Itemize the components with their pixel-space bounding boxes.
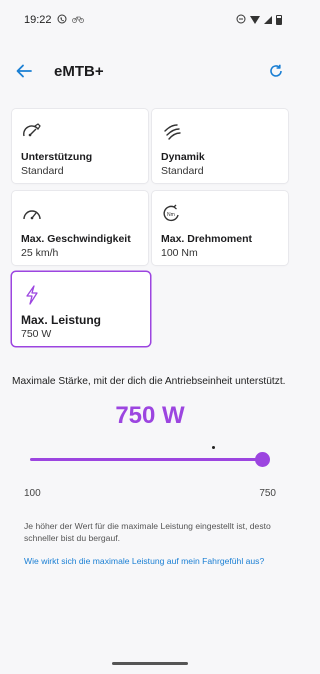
power-value: 750 W [115,402,185,429]
home-indicator[interactable] [112,662,188,665]
wifi-icon [250,16,260,24]
bike-icon [71,15,84,26]
refresh-icon[interactable] [266,61,286,81]
hint-text: Je höher der Wert für die maximale Leist… [24,521,271,543]
card-unterstuetzung[interactable]: Unterstützung Standard [12,109,148,183]
card-value: 25 km/h [21,247,59,259]
svg-text:Nm: Nm [167,212,175,218]
status-time: 19:22 [24,14,52,26]
slider-min-label: 100 [24,488,41,499]
slider-max-label: 750 [259,488,276,499]
back-arrow-icon[interactable] [14,61,34,81]
do-not-disturb-icon [236,14,246,27]
card-dynamik[interactable]: Dynamik Standard [152,109,288,183]
speedometer-wrench-icon [21,121,43,143]
card-title: Max. Leistung [21,313,102,327]
gauge-icon [21,203,43,225]
card-value: Standard [21,165,64,177]
battery-icon [276,15,282,25]
card-title: Dynamik [161,151,205,163]
lightning-icon [21,284,43,306]
card-value: 100 Nm [161,247,198,259]
card-value: 750 W [21,328,52,340]
page-title: eMTB+ [54,62,104,80]
card-title: Max. Drehmoment [161,233,253,245]
info-link[interactable]: Wie wirkt sich die maximale Leistung auf… [24,556,294,566]
card-value: Standard [161,165,204,177]
torque-icon: Nm [161,203,183,225]
card-max-geschwindigkeit[interactable]: Max. Geschwindigkeit 25 km/h [12,191,148,265]
power-slider[interactable] [30,446,270,468]
whatsapp-icon [57,14,67,27]
card-max-leistung[interactable]: Max. Leistung 750 W [12,272,150,346]
dynamics-icon [161,121,183,143]
status-bar: 19:22 [0,0,300,40]
slider-thumb[interactable] [255,452,270,467]
signal-icon [264,16,272,24]
slider-marker [212,446,215,449]
card-max-drehmoment[interactable]: Nm Max. Drehmoment 100 Nm [152,191,288,265]
power-description: Maximale Stärke, mit der dich die Antrie… [12,376,286,387]
card-title: Unterstützung [21,151,93,163]
card-title: Max. Geschwindigkeit [21,233,131,245]
slider-track [30,458,262,461]
app-bar: eMTB+ [0,40,300,102]
